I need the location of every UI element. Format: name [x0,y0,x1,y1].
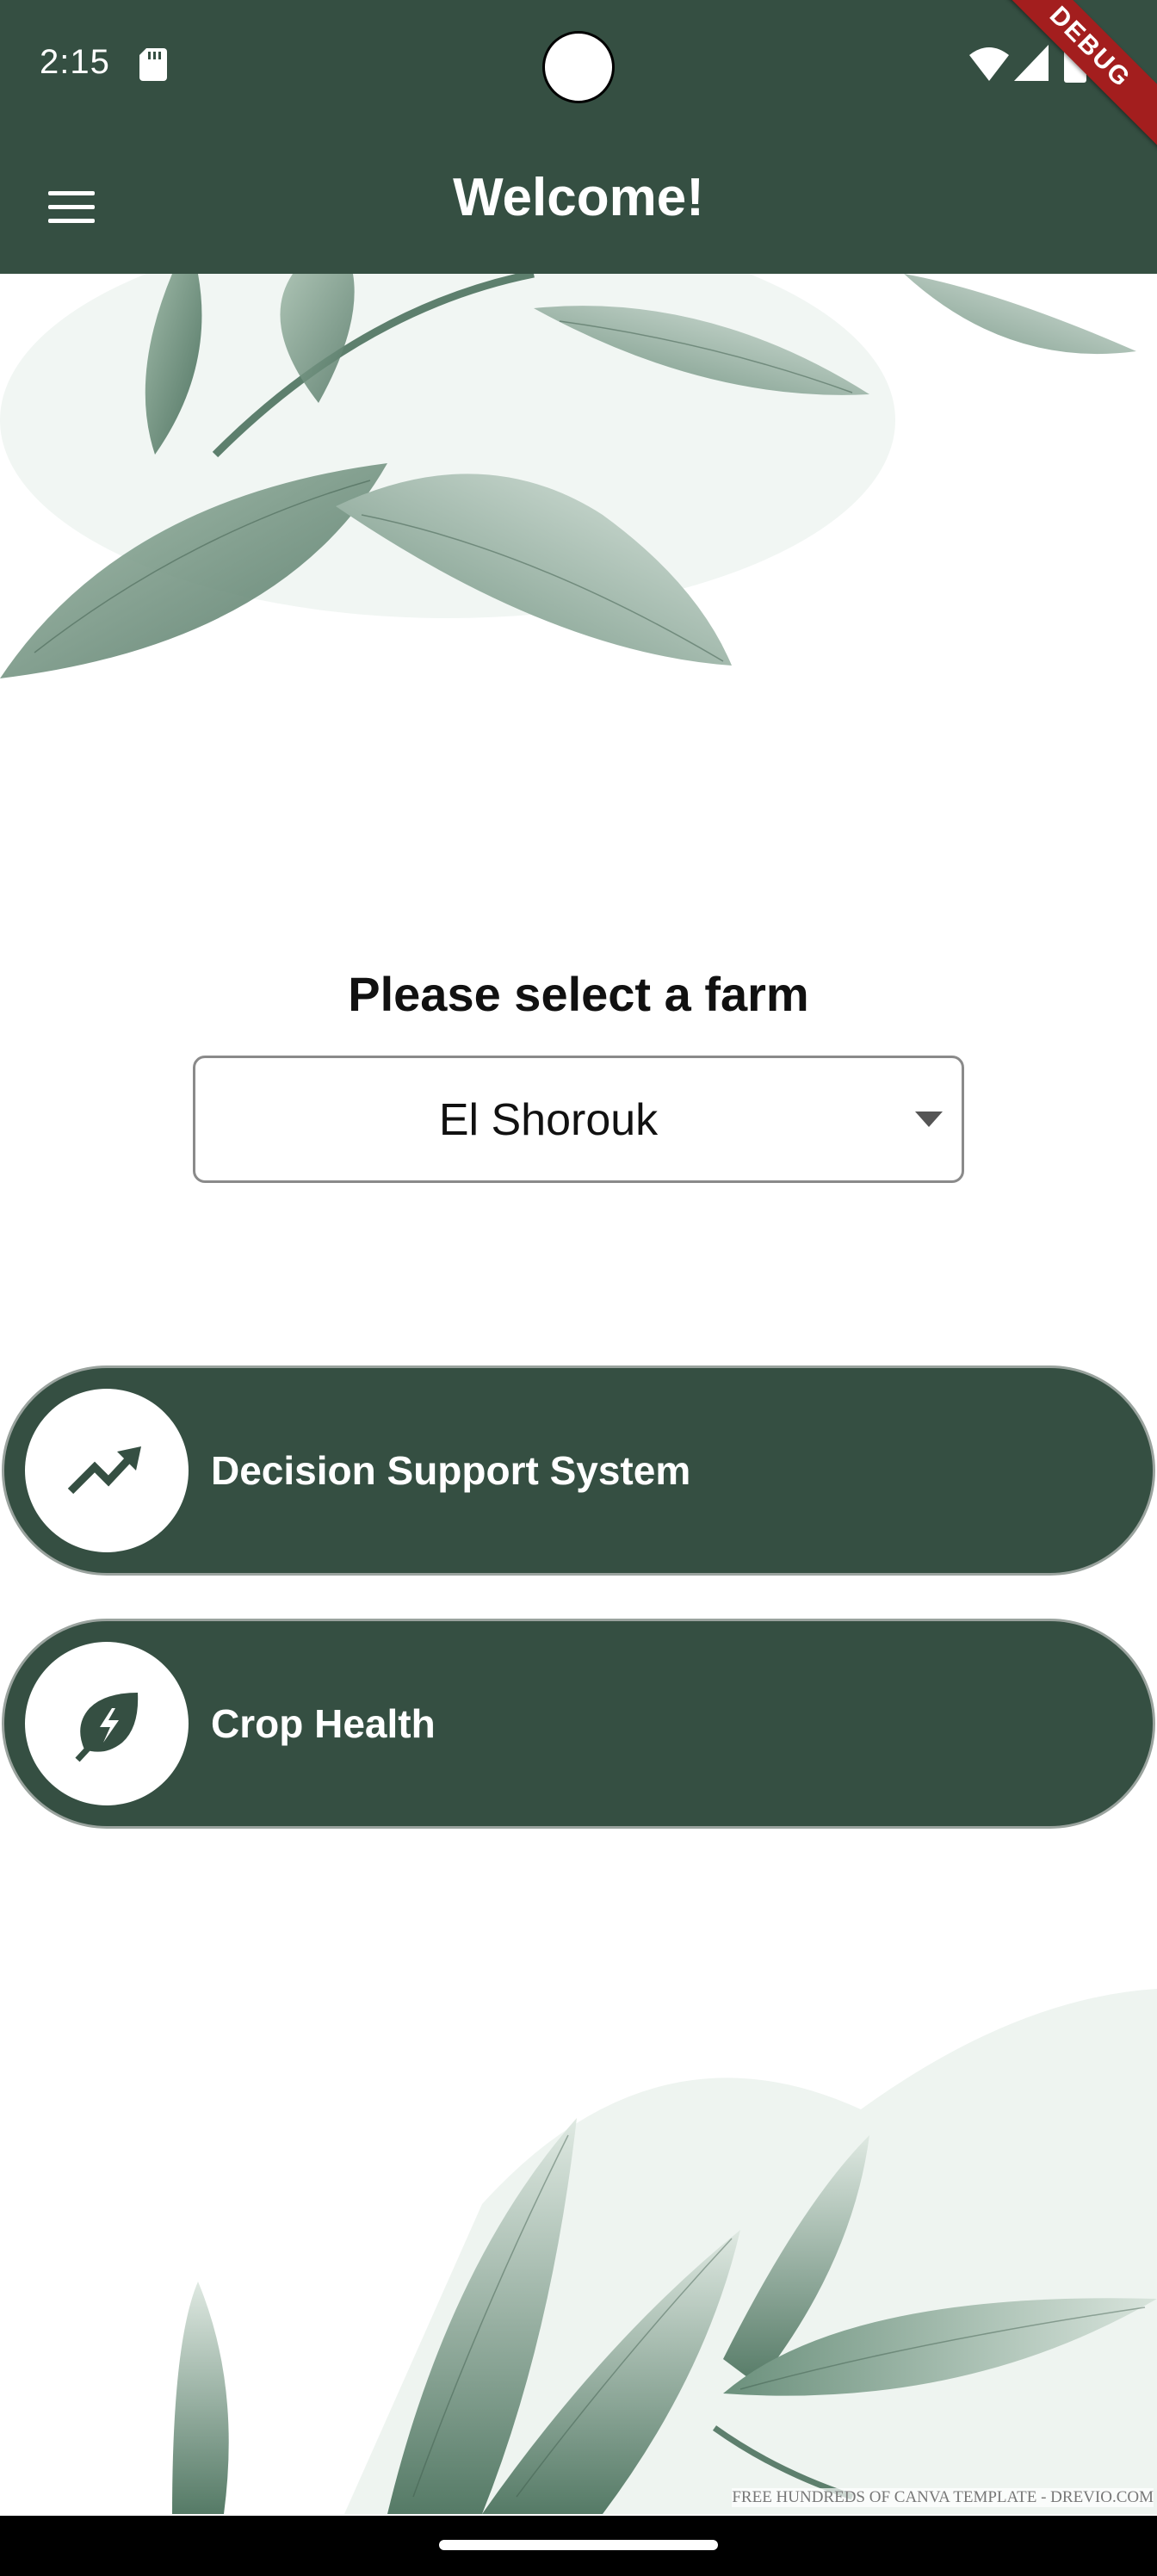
page-title: Welcome! [453,168,704,227]
wifi-icon [969,47,1009,81]
crop-health-button[interactable]: Crop Health [2,1619,1155,1829]
decision-support-system-label: Decision Support System [211,1448,691,1493]
select-farm-label: Please select a farm [348,967,809,1021]
sd-card-icon [139,48,167,81]
camera-cutout [542,31,615,103]
decorative-leaves-top [0,274,1136,678]
trending-up-icon [67,1446,141,1495]
status-time: 2:15 [40,43,110,81]
crop-health-label: Crop Health [211,1701,436,1746]
watermark-text: FREE HUNDREDS OF CANVA TEMPLATE - DREVIO… [732,2488,1154,2507]
decorative-leaves-bottom [172,1989,1157,2514]
screen: 2:15 Welcome! DEBUG Please select a farm… [0,0,1157,2576]
icon-circle [25,1642,189,1805]
farm-dropdown[interactable]: El Shorouk [193,1056,964,1183]
app-bar: 2:15 Welcome! [0,0,1157,274]
eco-leaf-icon [75,1693,139,1762]
signal-icon [1014,45,1049,81]
icon-circle [25,1389,189,1552]
farm-selected-value: El Shorouk [438,1095,659,1145]
dropdown-arrow-icon [915,1112,943,1127]
system-nav-bar [0,2516,1157,2576]
home-gesture-handle[interactable] [439,2540,718,2550]
decision-support-system-button[interactable]: Decision Support System [2,1365,1155,1576]
